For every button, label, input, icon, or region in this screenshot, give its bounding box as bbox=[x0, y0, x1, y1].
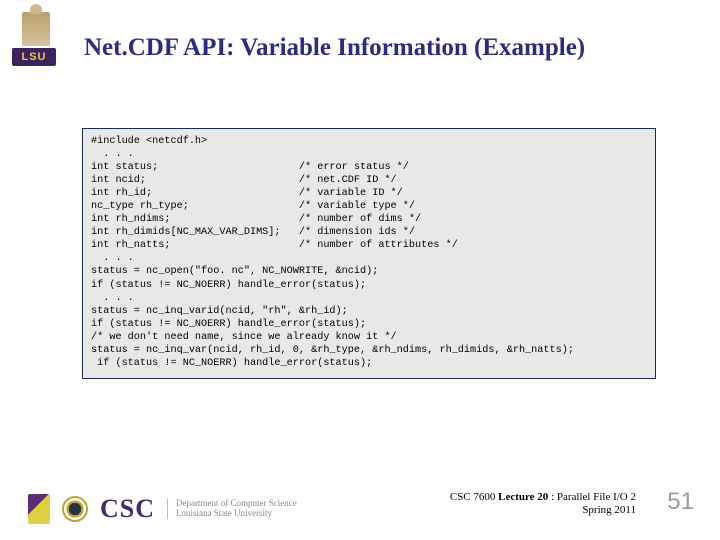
footer-logos: CSC Department of Computer Science Louis… bbox=[28, 494, 297, 524]
dept-label: Department of Computer Science Louisiana… bbox=[167, 499, 297, 519]
footer: CSC Department of Computer Science Louis… bbox=[0, 482, 720, 530]
nsf-logo-icon bbox=[62, 496, 88, 522]
cct-logo-icon bbox=[28, 494, 50, 524]
page-number: 51 bbox=[667, 488, 694, 516]
course-code: CSC 7600 bbox=[450, 491, 498, 503]
lsu-badge: LSU bbox=[12, 12, 60, 68]
slide-title: Net.CDF API: Variable Information (Examp… bbox=[84, 34, 696, 62]
lecture-label: Lecture 20 bbox=[498, 491, 548, 503]
lsu-tower-icon bbox=[22, 12, 50, 46]
dept-line2: Louisiana State University bbox=[176, 509, 297, 519]
lsu-label: LSU bbox=[12, 48, 56, 66]
csc-logo: CSC bbox=[100, 494, 155, 524]
lecture-tail: : Parallel File I/O 2 bbox=[548, 491, 636, 503]
footer-course-text: CSC 7600 Lecture 20 : Parallel File I/O … bbox=[450, 491, 636, 519]
code-block: #include <netcdf.h> . . . int status; /*… bbox=[82, 128, 656, 379]
term-label: Spring 2011 bbox=[450, 504, 636, 518]
